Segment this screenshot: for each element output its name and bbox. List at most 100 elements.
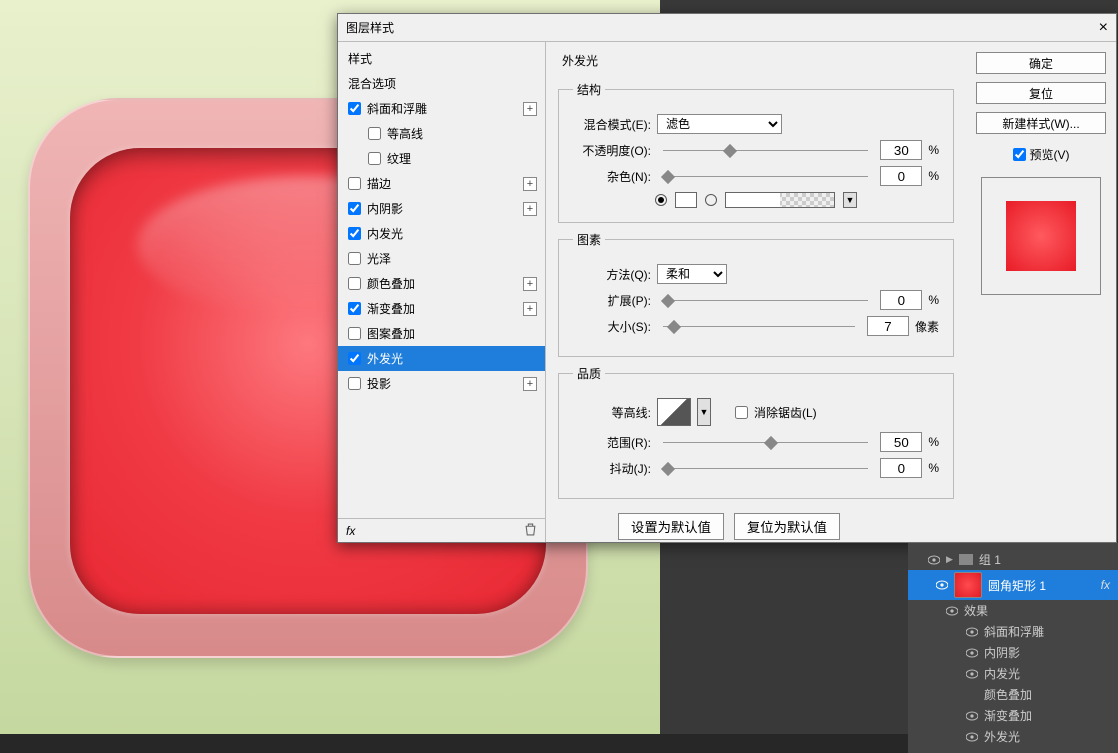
plus-icon[interactable]: +	[523, 102, 537, 116]
style-item-label: 颜色叠加	[367, 275, 535, 292]
style-checkbox[interactable]	[368, 152, 381, 165]
style-item-6[interactable]: 内阴影+	[338, 196, 545, 221]
style-item-label: 斜面和浮雕	[367, 100, 535, 117]
style-checkbox[interactable]	[348, 377, 361, 390]
noise-unit: %	[928, 169, 939, 183]
close-icon[interactable]: ×	[1099, 14, 1108, 42]
preview-checkbox[interactable]	[1013, 148, 1026, 161]
range-input[interactable]	[880, 432, 922, 452]
noise-slider[interactable]	[663, 169, 868, 183]
visibility-icon[interactable]	[966, 647, 978, 659]
jitter-input[interactable]	[880, 458, 922, 478]
style-checkbox[interactable]	[348, 177, 361, 190]
visibility-icon[interactable]	[966, 689, 978, 701]
style-item-9[interactable]: 颜色叠加+	[338, 271, 545, 296]
spread-slider[interactable]	[663, 293, 868, 307]
ok-button[interactable]: 确定	[976, 52, 1106, 74]
layer-row-selected[interactable]: 圆角矩形 1 fx	[908, 570, 1118, 600]
plus-icon[interactable]: +	[523, 177, 537, 191]
style-item-0[interactable]: 样式	[338, 46, 545, 71]
spread-input[interactable]	[880, 290, 922, 310]
style-item-13[interactable]: 投影+	[338, 371, 545, 396]
blend-mode-select[interactable]: 滤色	[657, 114, 782, 134]
style-item-2[interactable]: 斜面和浮雕+	[338, 96, 545, 121]
plus-icon[interactable]: +	[523, 277, 537, 291]
triangle-down-icon[interactable]: ▶	[946, 554, 953, 565]
size-unit: 像素	[915, 318, 939, 335]
contour-dropdown-icon[interactable]: ▼	[697, 398, 711, 426]
effect-row[interactable]: 外发光	[908, 726, 1118, 747]
effect-row[interactable]: 颜色叠加	[908, 684, 1118, 705]
preview-label: 预览(V)	[1030, 146, 1070, 163]
style-item-label: 图案叠加	[367, 325, 535, 342]
gradient-preview[interactable]	[725, 192, 835, 208]
fx-label[interactable]: fx	[346, 524, 355, 538]
range-unit: %	[928, 435, 939, 449]
style-item-12[interactable]: 外发光	[338, 346, 545, 371]
style-item-5[interactable]: 描边+	[338, 171, 545, 196]
opacity-input[interactable]	[880, 140, 922, 160]
style-item-label: 纹理	[387, 150, 535, 167]
visibility-icon[interactable]	[946, 605, 958, 617]
set-default-button[interactable]: 设置为默认值	[618, 513, 724, 540]
style-item-10[interactable]: 渐变叠加+	[338, 296, 545, 321]
effect-row[interactable]: 内发光	[908, 663, 1118, 684]
spread-label: 扩展(P):	[573, 292, 651, 309]
opacity-slider[interactable]	[663, 143, 868, 157]
effect-row[interactable]: 斜面和浮雕	[908, 621, 1118, 642]
gradient-dropdown-icon[interactable]: ▼	[843, 192, 857, 208]
visibility-icon[interactable]	[966, 626, 978, 638]
style-checkbox[interactable]	[348, 202, 361, 215]
effect-row[interactable]: 渐变叠加	[908, 705, 1118, 726]
effects-row[interactable]: 效果	[908, 600, 1118, 621]
style-item-11[interactable]: 图案叠加	[338, 321, 545, 346]
visibility-icon[interactable]	[966, 731, 978, 743]
style-list-footer: fx	[338, 518, 545, 542]
style-checkbox[interactable]	[348, 277, 361, 290]
style-checkbox[interactable]	[348, 302, 361, 315]
range-slider[interactable]	[663, 435, 868, 449]
style-item-1[interactable]: 混合选项	[338, 71, 545, 96]
layer-group-row[interactable]: ▶ 组 1	[908, 549, 1118, 570]
style-item-8[interactable]: 光泽	[338, 246, 545, 271]
style-item-7[interactable]: 内发光	[338, 221, 545, 246]
noise-label: 杂色(N):	[573, 168, 651, 185]
plus-icon[interactable]: +	[523, 302, 537, 316]
effect-row[interactable]: 内阴影	[908, 642, 1118, 663]
style-item-label: 内发光	[367, 225, 535, 242]
style-item-3[interactable]: 等高线	[338, 121, 545, 146]
visibility-icon[interactable]	[966, 668, 978, 680]
new-style-button[interactable]: 新建样式(W)...	[976, 112, 1106, 134]
size-slider[interactable]	[663, 319, 855, 333]
plus-icon[interactable]: +	[523, 202, 537, 216]
style-checkbox[interactable]	[348, 102, 361, 115]
solid-color-radio[interactable]	[655, 194, 667, 206]
contour-swatch[interactable]	[657, 398, 691, 426]
style-item-label: 描边	[367, 175, 535, 192]
range-label: 范围(R):	[573, 434, 651, 451]
layer-name: 圆角矩形 1	[988, 577, 1046, 594]
style-checkbox[interactable]	[348, 352, 361, 365]
plus-icon[interactable]: +	[523, 377, 537, 391]
visibility-icon[interactable]	[966, 710, 978, 722]
size-input[interactable]	[867, 316, 909, 336]
style-checkbox[interactable]	[348, 327, 361, 340]
color-swatch[interactable]	[675, 192, 697, 208]
fx-indicator[interactable]: fx	[1101, 578, 1110, 592]
visibility-icon[interactable]	[928, 554, 940, 566]
gradient-radio[interactable]	[705, 194, 717, 206]
visibility-icon[interactable]	[936, 579, 948, 591]
noise-input[interactable]	[880, 166, 922, 186]
cancel-button[interactable]: 复位	[976, 82, 1106, 104]
preview-swatch	[1006, 201, 1076, 271]
trash-icon[interactable]	[524, 523, 537, 539]
style-item-4[interactable]: 纹理	[338, 146, 545, 171]
antialiased-checkbox[interactable]	[735, 406, 748, 419]
style-checkbox[interactable]	[348, 252, 361, 265]
method-select[interactable]: 柔和	[657, 264, 727, 284]
jitter-slider[interactable]	[663, 461, 868, 475]
style-checkbox[interactable]	[348, 227, 361, 240]
blend-mode-label: 混合模式(E):	[573, 116, 651, 133]
reset-default-button[interactable]: 复位为默认值	[734, 513, 840, 540]
style-checkbox[interactable]	[368, 127, 381, 140]
